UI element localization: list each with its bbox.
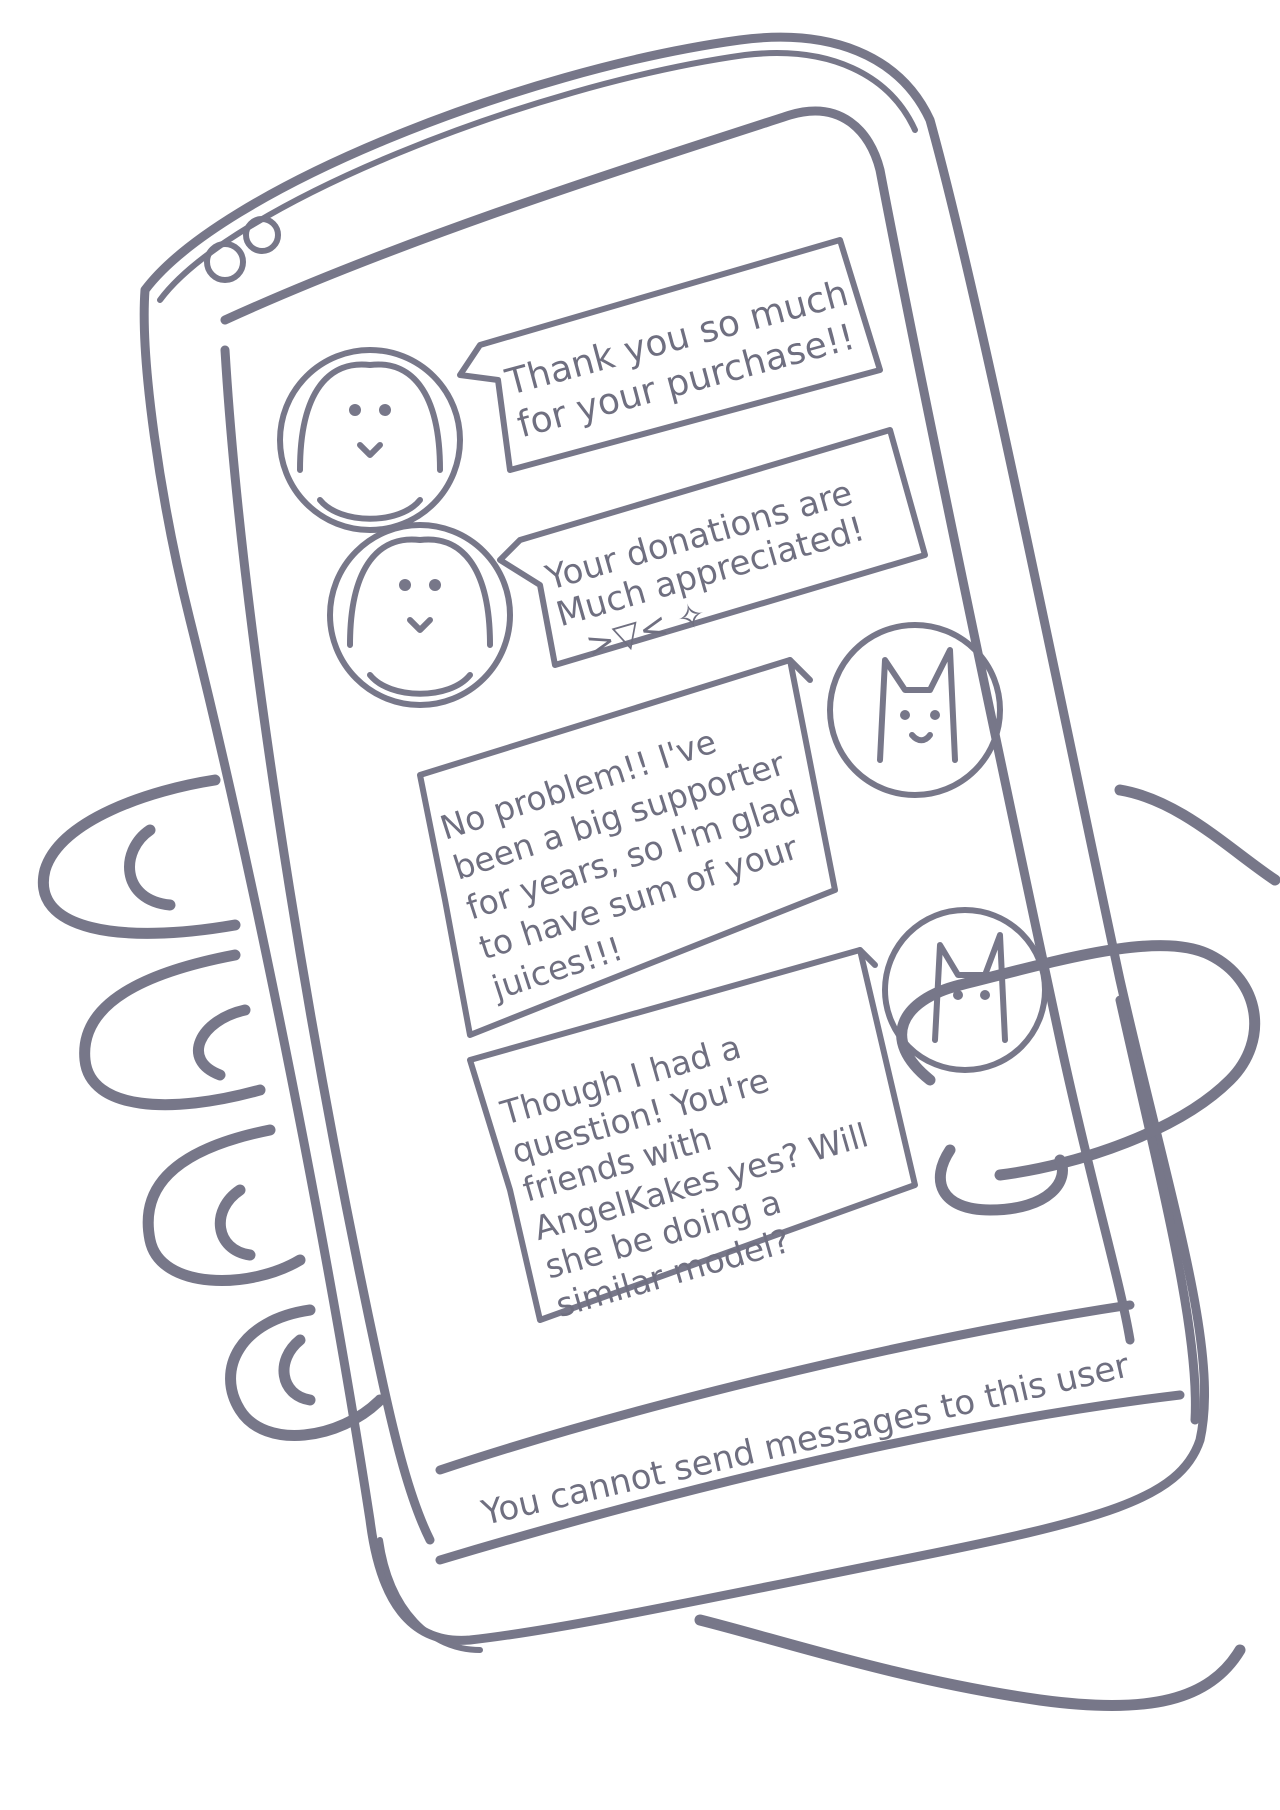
message-2: Your donations are Much appreciated! >▽<… [540,469,890,672]
svg-text:No problem!! I've been a: No problem!! I've been a big supporter f… [434,700,840,1008]
message-3: No problem!! I've been a big supporter f… [434,700,840,1008]
sketch-scene: Thank you so much for your purchase!! Yo… [37,32,1280,1712]
avatar-seller-2 [327,522,513,708]
message-4: Though I had a question! You're friends … [495,997,904,1325]
footer-notice: You cannot send messages to this user [477,1346,1133,1534]
avatar-seller-1 [277,347,463,533]
cannot-message-notice: You cannot send messages to this user [477,1346,1133,1534]
svg-text:Though I had a question!: Though I had a question! You're friends … [495,997,904,1325]
avatar-user-1 [827,622,1003,798]
svg-text:Your donations are Much: Your donations are Much appreciated! >▽<… [540,469,890,672]
